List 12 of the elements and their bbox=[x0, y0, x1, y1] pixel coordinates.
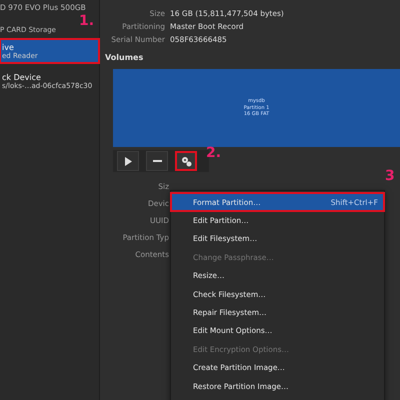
gears-icon bbox=[180, 156, 192, 166]
minus-button[interactable] bbox=[146, 151, 168, 171]
play-icon bbox=[124, 156, 132, 166]
step-number: 3 bbox=[385, 168, 395, 184]
device-name: ck Device bbox=[2, 72, 42, 82]
section-title: Volumes bbox=[105, 53, 144, 62]
device-name: ive bbox=[2, 42, 15, 52]
minus-icon bbox=[152, 160, 162, 162]
play-button[interactable] bbox=[117, 151, 139, 171]
step-number: 2. bbox=[206, 145, 222, 161]
step-number: 1. bbox=[79, 13, 94, 29]
gears-button[interactable] bbox=[175, 151, 197, 171]
